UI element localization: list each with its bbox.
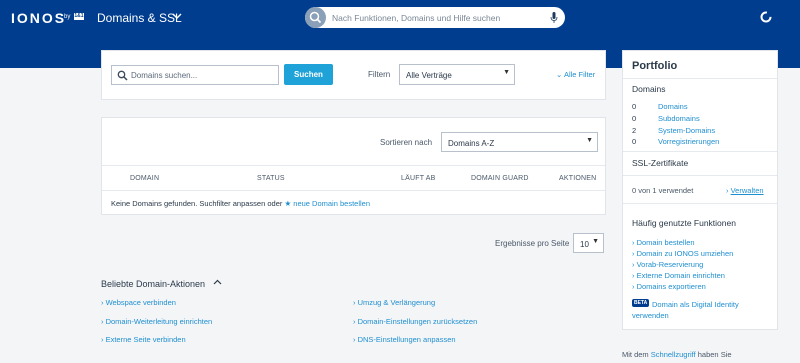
preregistrations-link[interactable]: Vorregistrierungen (658, 137, 719, 146)
empty-state-text: Keine Domains gefunden. Suchfilter anpas… (111, 199, 283, 208)
global-search-input[interactable]: Nach Funktionen, Domains und Hilfe suche… (305, 7, 565, 28)
order-domain-link[interactable]: neue Domain bestellen (293, 199, 370, 208)
column-header-actions: AKTIONEN (559, 175, 597, 182)
refresh-icon[interactable] (759, 10, 773, 24)
function-link[interactable]: › Domains exportieren (632, 282, 706, 291)
sort-label: Sortieren nach (380, 138, 433, 147)
all-filters-link[interactable]: ⌄ Alle Filter (556, 70, 595, 79)
empty-state-message: Keine Domains gefunden. Suchfilter anpas… (111, 199, 370, 208)
logo-badge: 1&1 (74, 13, 84, 20)
action-label: Domain-Weiterleitung einrichten (105, 317, 213, 326)
star-icon: ★ (284, 199, 294, 208)
quick-access-hint: Mit dem Schnellzugriff haben Sie (622, 350, 732, 359)
function-label: Domain zu IONOS umziehen (636, 249, 734, 258)
ssl-usage: 0 von 1 verwendet (632, 186, 694, 195)
action-label: Umzug & Verlängerung (357, 298, 436, 307)
domains-count: 0 (632, 102, 637, 111)
caret-down-icon: ▼ (592, 238, 599, 245)
ssl-manage-label: Verwalten (730, 186, 764, 195)
hint-suffix: haben Sie (697, 350, 732, 359)
column-header-expires[interactable]: LÄUFT AB (401, 175, 436, 182)
action-label: Externe Seite verbinden (105, 335, 186, 344)
search-icon[interactable] (305, 7, 326, 28)
domains-heading: Domains (632, 84, 666, 94)
app-title[interactable]: Domains & SSL (97, 11, 182, 25)
function-link[interactable]: › Externe Domain einrichten (632, 271, 725, 280)
contract-filter-value: Alle Verträge (406, 71, 452, 80)
divider (623, 151, 777, 152)
domain-search-input[interactable]: Domains suchen... (111, 65, 279, 85)
action-link[interactable]: › Externe Seite verbinden (101, 335, 186, 344)
system-domains-link[interactable]: System-Domains (658, 126, 715, 135)
function-link[interactable]: › Domain bestellen (632, 238, 695, 247)
caret-down-icon: ▼ (503, 69, 510, 76)
sort-select[interactable]: Domains A-Z ▼ (441, 132, 598, 152)
search-button[interactable]: Suchen (284, 64, 333, 85)
filter-label: Filtern (368, 70, 391, 79)
action-link[interactable]: › Webspace verbinden (101, 298, 176, 307)
portfolio-panel: Portfolio Domains 0 Domains 0 Subdomains… (622, 50, 778, 330)
ionos-logo[interactable]: IONOS (11, 10, 66, 26)
function-label: Vorab-Reservierung (636, 260, 704, 269)
column-header-status[interactable]: STATUS (257, 175, 285, 182)
functions-heading: Häufig genutzte Funktionen (632, 218, 736, 228)
divider (623, 203, 777, 204)
all-filters-label: Alle Filter (563, 70, 596, 79)
chevron-up-icon[interactable] (213, 278, 222, 287)
action-link[interactable]: › Domain-Weiterleitung einrichten (101, 317, 212, 326)
global-search-placeholder: Nach Funktionen, Domains und Hilfe suche… (332, 13, 501, 23)
contract-filter-select[interactable]: Alle Verträge ▼ (399, 64, 515, 85)
domain-search-placeholder: Domains suchen... (131, 71, 198, 80)
subdomains-count: 0 (632, 114, 637, 123)
action-link[interactable]: › DNS-Einstellungen anpassen (353, 335, 456, 344)
preregistrations-count: 0 (632, 137, 637, 146)
action-label: Domain-Einstellungen zurücksetzen (357, 317, 478, 326)
logo-by-text: by (64, 14, 71, 20)
column-header-domain-guard[interactable]: DOMAIN GUARD (471, 175, 529, 182)
function-label: Domain bestellen (636, 238, 695, 247)
microphone-icon[interactable] (550, 12, 558, 23)
action-label: DNS-Einstellungen anpassen (357, 335, 456, 344)
function-link[interactable]: › Vorab-Reservierung (632, 260, 703, 269)
ssl-heading: SSL-Zertifikate (632, 158, 689, 168)
chevron-down-icon: ⌄ (556, 70, 564, 79)
domain-table: Sortieren nach Domains A-Z ▼ DOMAIN STAT… (101, 117, 606, 215)
ssl-manage-link[interactable]: › Verwalten (726, 186, 764, 195)
action-link[interactable]: › Domain-Einstellungen zurücksetzen (353, 317, 477, 326)
column-header-domain[interactable]: DOMAIN (130, 175, 159, 182)
action-link[interactable]: › Umzug & Verlängerung (353, 298, 435, 307)
function-label: Externe Domain einrichten (636, 271, 725, 280)
subdomains-link[interactable]: Subdomains (658, 114, 700, 123)
domains-link[interactable]: Domains (658, 102, 688, 111)
quick-access-link[interactable]: Schnellzugriff (651, 350, 696, 359)
action-label: Webspace verbinden (105, 298, 176, 307)
divider (623, 78, 777, 79)
table-divider (102, 190, 605, 191)
function-label: Domains exportieren (636, 282, 706, 291)
domain-actions-title: Beliebte Domain-Aktionen (101, 279, 206, 289)
system-domains-count: 2 (632, 126, 637, 135)
portfolio-title: Portfolio (632, 60, 678, 72)
table-divider (102, 165, 605, 166)
caret-down-icon: ▼ (586, 137, 593, 144)
hint-prefix: Mit dem (622, 350, 649, 359)
results-per-page-value: 10 (580, 240, 589, 249)
results-per-page-select[interactable]: 10 ▼ (573, 233, 604, 253)
digital-identity-link[interactable]: Domain als Digital Identity verwenden (632, 299, 772, 321)
top-bar: IONOS by 1&1 Domains & SSL Nach Funktion… (0, 0, 800, 36)
filter-panel: Domains suchen... Suchen Filtern Alle Ve… (101, 50, 606, 100)
search-icon (117, 70, 128, 81)
sort-value: Domains A-Z (448, 139, 495, 148)
chevron-down-icon[interactable] (172, 11, 182, 21)
function-link[interactable]: › Domain zu IONOS umziehen (632, 249, 733, 258)
divider (623, 175, 777, 176)
results-per-page-label: Ergebnisse pro Seite (495, 239, 570, 248)
